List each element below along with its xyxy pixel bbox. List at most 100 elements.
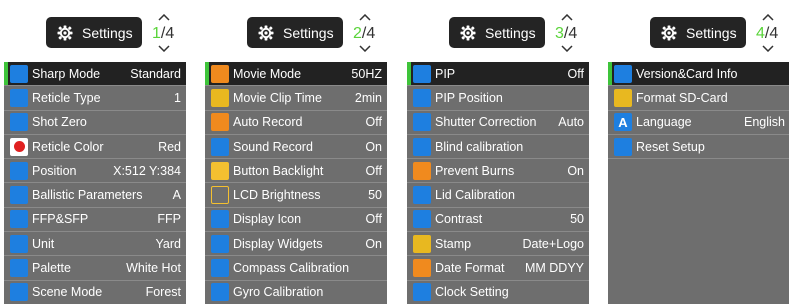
info-icon xyxy=(614,64,632,83)
menu-item[interactable]: Shot Zero xyxy=(4,110,186,135)
menu-list: PIP Off PIP Position Shutter Correction Auto… xyxy=(407,62,589,304)
menu-item[interactable]: PIP Off xyxy=(407,62,589,87)
menu-item[interactable]: LCD Brightness 50 xyxy=(205,183,387,208)
lid-icon xyxy=(413,186,431,205)
menu-item-label: LCD Brightness xyxy=(233,188,321,203)
menu-item[interactable]: Sound Record On xyxy=(205,134,387,160)
menu-item[interactable]: Sharp Mode Standard xyxy=(4,62,186,87)
menu-item-value: Off xyxy=(567,66,584,81)
menu-item[interactable]: Contrast 50 xyxy=(407,207,589,233)
reset-icon xyxy=(614,137,632,156)
microphone-icon xyxy=(211,137,229,156)
menu-item-label: Format SD-Card xyxy=(636,90,728,105)
menu-item-label: Blind calibration xyxy=(435,139,524,154)
menu-item-value: Date+Logo xyxy=(522,236,584,251)
gear-icon xyxy=(57,25,73,41)
menu-item-label: Auto Record xyxy=(233,115,303,130)
menu-item-value: 1 xyxy=(174,90,181,105)
menu-item[interactable]: Prevent Burns On xyxy=(407,159,589,184)
menu-item[interactable]: Format SD-Card xyxy=(608,86,789,111)
menu-header: Settings 2/4 xyxy=(205,0,387,62)
page-indicator[interactable]: 1/4 xyxy=(152,14,182,54)
menu-item[interactable]: Compass Calibration xyxy=(205,256,387,281)
crosshair-icon xyxy=(10,88,28,107)
menu-item-label: FFP&SFP xyxy=(32,212,89,227)
menu-item-label: Palette xyxy=(32,261,71,276)
page-number: 4/4 xyxy=(756,25,778,43)
menu-item[interactable]: Display Icon Off xyxy=(205,207,387,233)
ruler-icon xyxy=(10,234,28,253)
ballistic-curve-icon xyxy=(10,186,28,205)
ffp-sfp-icon xyxy=(10,210,28,229)
menu-item[interactable]: A Language English xyxy=(608,110,789,135)
target-icon xyxy=(10,113,28,132)
menu-item[interactable]: PIP Position xyxy=(407,86,589,111)
menu-item-label: Display Widgets xyxy=(233,236,323,251)
menu-item[interactable]: Movie Clip Time 2min xyxy=(205,86,387,111)
menu-item-label: Unit xyxy=(32,236,55,251)
menu-item[interactable]: Lid Calibration xyxy=(407,183,589,208)
menu-item[interactable]: Unit Yard xyxy=(4,232,186,257)
page-number: 2/4 xyxy=(353,25,375,43)
page-indicator[interactable]: 4/4 xyxy=(756,14,786,54)
settings-menu-page-3: Settings 3/4 PIP Off PIP Position Shutter Cor… xyxy=(407,0,589,304)
current-page: 4 xyxy=(756,25,765,42)
menu-item[interactable]: FFP&SFP FFP xyxy=(4,207,186,233)
menu-item-label: Contrast xyxy=(435,212,483,227)
menu-item[interactable]: Display Widgets On xyxy=(205,232,387,257)
menu-item[interactable]: Ballistic Parameters A xyxy=(4,183,186,208)
menu-item[interactable]: Position X:512 Y:384 xyxy=(4,159,186,184)
menu-item[interactable]: Version&Card Info xyxy=(608,62,789,87)
settings-menu-page-1: Settings 1/4 Sharp Mode Standard Reticle Typ… xyxy=(4,0,186,304)
settings-button[interactable]: Settings xyxy=(46,17,142,48)
gear-icon xyxy=(460,25,476,41)
settings-button[interactable]: Settings xyxy=(650,17,746,48)
menu-item-value: English xyxy=(744,115,785,130)
menu-item-value: MM DDYY xyxy=(524,261,584,276)
menu-item-label: Lid Calibration xyxy=(435,188,515,203)
menu-item[interactable]: Movie Mode 50HZ xyxy=(205,62,387,87)
menu-item[interactable]: Button Backlight Off xyxy=(205,159,387,184)
menu-item[interactable]: Date Format MM DDYY xyxy=(407,256,589,281)
menu-item-value: Off xyxy=(365,212,382,227)
menu-item[interactable]: Auto Record Off xyxy=(205,110,387,135)
gear-icon xyxy=(258,25,274,41)
menu-item[interactable]: Blind calibration xyxy=(407,134,589,160)
menu-item[interactable]: Palette White Hot xyxy=(4,256,186,281)
settings-button[interactable]: Settings xyxy=(449,17,545,48)
scene-icon xyxy=(10,283,28,302)
menu-item-label: Language xyxy=(636,115,692,130)
menu-item-value: X:512 Y:384 xyxy=(113,163,181,178)
page-indicator[interactable]: 2/4 xyxy=(353,14,383,54)
menu-item-label: Sharp Mode xyxy=(32,66,101,81)
settings-button[interactable]: Settings xyxy=(247,17,343,48)
menu-item[interactable]: Reset Setup xyxy=(608,134,789,160)
menu-item[interactable]: Reticle Type 1 xyxy=(4,86,186,111)
widgets-icon xyxy=(211,234,229,253)
shutter-icon xyxy=(413,113,431,132)
page-number: 3/4 xyxy=(555,25,577,43)
menu-item[interactable]: Stamp Date+Logo xyxy=(407,232,589,257)
page-indicator[interactable]: 3/4 xyxy=(555,14,585,54)
menu-item-value: White Hot xyxy=(126,261,181,276)
menu-item-value: On xyxy=(365,139,382,154)
menu-item[interactable]: Reticle Color Red xyxy=(4,134,186,160)
menu-item-label: Scene Mode xyxy=(32,285,103,300)
menu-item[interactable]: Gyro Calibration xyxy=(205,280,387,304)
menu-item-label: Reset Setup xyxy=(636,139,705,154)
menu-item-label: Movie Mode xyxy=(233,66,302,81)
menu-item-label: Position xyxy=(32,163,77,178)
menu-item[interactable]: Clock Setting xyxy=(407,280,589,304)
camera-icon xyxy=(211,64,229,83)
menu-item[interactable]: Scene Mode Forest xyxy=(4,280,186,304)
blind-calibration-icon xyxy=(413,137,431,156)
current-page: 1 xyxy=(152,25,161,42)
contrast-icon xyxy=(413,210,431,229)
menu-item-value: Off xyxy=(365,115,382,130)
menu-item-label: Shot Zero xyxy=(32,115,87,130)
menu-item[interactable]: Shutter Correction Auto xyxy=(407,110,589,135)
menu-item-value: FFP xyxy=(157,212,181,227)
current-page: 2 xyxy=(353,25,362,42)
menu-item-label: PIP xyxy=(435,66,456,81)
menu-item-value: Standard xyxy=(130,66,181,81)
